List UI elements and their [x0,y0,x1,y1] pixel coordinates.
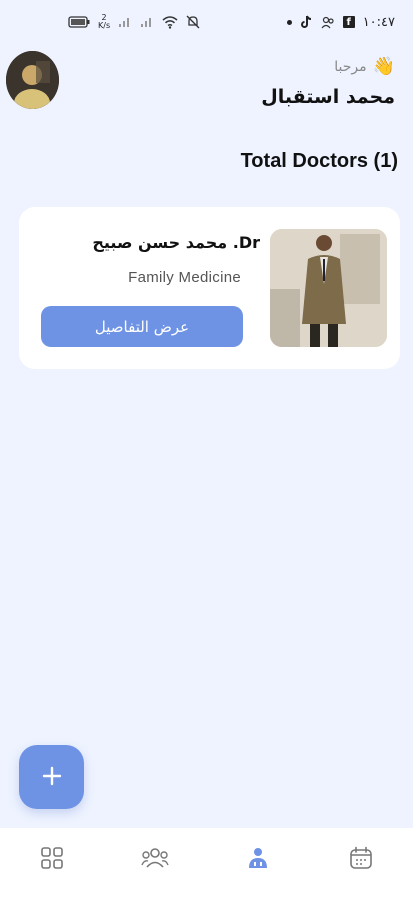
waving-hand-icon: 👋 [372,56,395,77]
doctor-specialty: Family Medicine [128,269,241,286]
people-icon [321,16,335,29]
nav-calendar[interactable] [331,835,391,885]
battery-icon [68,16,90,28]
nav-doctors[interactable] [228,835,288,885]
patients-group-icon [141,846,169,874]
notification-dot-icon [286,19,292,25]
status-bar: 2 K/s f ١٠:٤٧ [0,0,413,44]
doctor-photo [270,229,387,347]
plus-icon [42,766,62,789]
dashboard-grid-icon [40,846,64,874]
signal-icon-2 [140,16,154,28]
greeting-text: مرحبا [334,58,367,75]
network-speed-icon: 2 K/s [98,14,110,30]
user-name: محمد استقبال [261,86,395,108]
total-doctors-title: Total Doctors (1) [240,150,398,172]
bottom-navigation [0,828,413,900]
status-bar-left: 2 K/s [68,14,200,30]
view-details-button[interactable]: عرض التفاصيل [41,306,243,347]
signal-icon [118,16,132,28]
app-screen: 2 K/s f ١٠:٤٧ 👋 مرحبا محمد استقبال Total… [0,0,413,900]
greeting: 👋 مرحبا [334,56,395,77]
add-doctor-button[interactable] [19,745,84,809]
doctor-name: Dr. محمد حسن صبيح [92,233,260,252]
doctor-card[interactable]: Dr. محمد حسن صبيح Family Medicine عرض ال… [19,207,400,369]
network-speed-unit: K/s [98,21,111,30]
mute-icon [186,15,200,29]
facebook-icon: f [342,16,355,28]
nav-dashboard[interactable] [22,835,82,885]
wifi-icon [162,15,178,29]
status-bar-right: f ١٠:٤٧ [286,14,395,30]
doctor-icon [246,846,270,874]
user-avatar[interactable] [6,51,59,109]
calendar-icon [349,846,373,874]
nav-patients[interactable] [125,835,185,885]
status-time: ١٠:٤٧ [362,14,395,30]
tiktok-icon [300,15,313,29]
